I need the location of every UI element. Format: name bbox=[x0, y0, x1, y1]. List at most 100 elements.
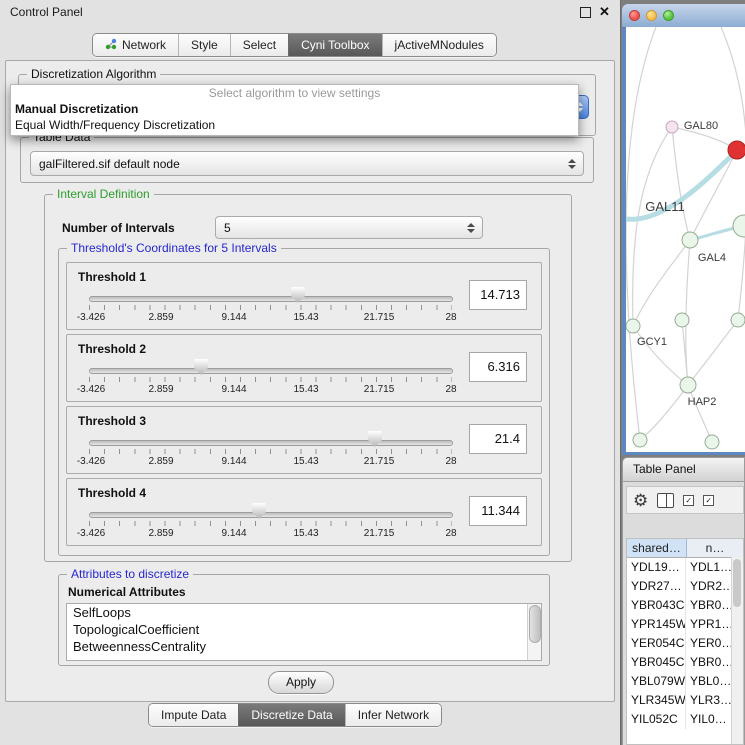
dropdown-option-manual-discretization[interactable]: Manual Discretization bbox=[11, 101, 578, 117]
stepper-arrows-icon bbox=[467, 223, 475, 233]
slider-ticks bbox=[89, 449, 452, 454]
apply-button[interactable]: Apply bbox=[268, 671, 334, 694]
scale-label: 9.144 bbox=[221, 456, 246, 467]
tab-impute-data[interactable]: Impute Data bbox=[149, 704, 238, 726]
scale-label: 2.859 bbox=[148, 312, 173, 323]
stepper-arrows-icon bbox=[568, 159, 576, 169]
node[interactable] bbox=[705, 435, 719, 449]
cell[interactable]: YBR045C bbox=[627, 653, 686, 672]
threshold-1-panel: Threshold 1 -3.426 2.859 9.144 15.43 21.… bbox=[66, 262, 542, 330]
number-of-intervals-label: Number of Intervals bbox=[62, 221, 175, 235]
list-item[interactable]: SelfLoops bbox=[67, 604, 541, 621]
close-icon[interactable]: ✕ bbox=[599, 4, 610, 20]
select-all-icon[interactable]: ✓ bbox=[683, 495, 694, 506]
group-title: Interval Definition bbox=[53, 187, 154, 201]
column-header-name[interactable]: n… bbox=[687, 539, 743, 557]
scale-label: 15.43 bbox=[293, 384, 318, 395]
table-row[interactable]: YBR045C YBR0… bbox=[627, 653, 743, 672]
cell[interactable]: YIL052C bbox=[627, 710, 686, 729]
threshold-4-value-field[interactable]: 11.344 bbox=[469, 496, 527, 526]
node[interactable] bbox=[731, 313, 745, 327]
table-data-combo[interactable]: galFiltered.sif default node bbox=[30, 151, 584, 176]
table-row[interactable]: YDL19… YDL1… bbox=[627, 558, 743, 577]
node[interactable] bbox=[626, 319, 640, 333]
cell[interactable]: YDL19… bbox=[627, 558, 686, 577]
scale-label: 9.144 bbox=[221, 312, 246, 323]
node[interactable] bbox=[666, 121, 678, 133]
slider-ticks bbox=[89, 305, 452, 310]
cell[interactable]: YBR043C bbox=[627, 596, 686, 615]
threshold-3-slider-track[interactable] bbox=[89, 440, 453, 446]
table-scrollbar[interactable] bbox=[731, 557, 743, 744]
list-item[interactable]: TopologicalCoefficient bbox=[67, 621, 541, 638]
minimize-window-icon[interactable] bbox=[646, 10, 657, 21]
slider-ticks bbox=[89, 521, 452, 526]
float-window-icon[interactable] bbox=[580, 7, 591, 18]
tab-style[interactable]: Style bbox=[178, 34, 230, 56]
threshold-1-value-field[interactable]: 14.713 bbox=[469, 280, 527, 310]
threshold-1-slider-track[interactable] bbox=[89, 296, 453, 302]
list-scrollbar[interactable] bbox=[527, 604, 541, 660]
tab-infer-network[interactable]: Infer Network bbox=[345, 704, 441, 726]
network-canvas[interactable]: GAL80 GAL11 GAL4 GCY1 HAP2 bbox=[626, 27, 745, 452]
table-row[interactable]: YDR27… YDR2… bbox=[627, 577, 743, 596]
node[interactable] bbox=[682, 232, 698, 248]
table-row[interactable]: YER054C YER0… bbox=[627, 634, 743, 653]
select-none-icon[interactable]: ✓ bbox=[703, 495, 714, 506]
network-window-titlebar[interactable] bbox=[622, 4, 745, 28]
node[interactable] bbox=[675, 313, 689, 327]
tab-select[interactable]: Select bbox=[230, 34, 288, 56]
cell[interactable]: YDR27… bbox=[627, 577, 686, 596]
scrollbar-thumb[interactable] bbox=[529, 605, 541, 643]
threshold-2-value-field[interactable]: 6.316 bbox=[469, 352, 527, 382]
table-row[interactable]: YLR345W YLR3… bbox=[627, 691, 743, 710]
node[interactable] bbox=[633, 433, 647, 447]
zoom-window-icon[interactable] bbox=[663, 10, 674, 21]
node[interactable] bbox=[733, 215, 745, 237]
cell[interactable]: YLR345W bbox=[627, 691, 686, 710]
tab-network[interactable]: Network bbox=[93, 34, 178, 56]
gear-icon[interactable]: ⚙ bbox=[633, 492, 648, 509]
tab-cyni-toolbox[interactable]: Cyni Toolbox bbox=[288, 34, 381, 56]
scale-label: 28 bbox=[445, 384, 456, 395]
cell[interactable]: YPR145W bbox=[627, 615, 686, 634]
cell[interactable]: YBL079W bbox=[627, 672, 686, 691]
scale-label: -3.426 bbox=[77, 384, 105, 395]
dropdown-placeholder: Select algorithm to view settings bbox=[11, 85, 578, 101]
dropdown-option-equal-width-frequency[interactable]: Equal Width/Frequency Discretization bbox=[11, 117, 578, 133]
list-item[interactable]: BetweennessCentrality bbox=[67, 638, 541, 655]
table-toolbar: ⚙ ✓ ✓ bbox=[626, 486, 744, 514]
table-row[interactable]: YPR145W YPR1… bbox=[627, 615, 743, 634]
scrollbar-thumb[interactable] bbox=[733, 559, 741, 607]
columns-icon[interactable] bbox=[657, 493, 674, 508]
window-title: Control Panel bbox=[10, 5, 83, 19]
table-row[interactable]: YBL079W YBL0… bbox=[627, 672, 743, 691]
cell[interactable]: YER054C bbox=[627, 634, 686, 653]
table-row[interactable]: YBR043C YBR0… bbox=[627, 596, 743, 615]
node-label: GCY1 bbox=[637, 336, 667, 348]
threshold-label: Threshold 4 bbox=[78, 486, 146, 500]
threshold-2-slider-track[interactable] bbox=[89, 368, 453, 374]
selected-node[interactable] bbox=[728, 141, 745, 159]
number-of-intervals-combo[interactable]: 5 bbox=[215, 216, 483, 239]
network-tab-icon bbox=[105, 38, 117, 53]
node[interactable] bbox=[680, 377, 696, 393]
threshold-label: Threshold 1 bbox=[78, 270, 146, 284]
tab-discretize-data[interactable]: Discretize Data bbox=[238, 704, 344, 726]
close-window-icon[interactable] bbox=[629, 10, 640, 21]
algorithm-dropdown-popup: Select algorithm to view settings Manual… bbox=[10, 84, 579, 136]
scale-label: 21.715 bbox=[364, 456, 395, 467]
tab-label: Style bbox=[191, 38, 218, 52]
table-panel-window: Table Panel ⚙ ✓ ✓ shared… n… YDL19… YDL1… bbox=[622, 457, 745, 745]
node-label: HAP2 bbox=[688, 396, 717, 408]
threshold-4-panel: Threshold 4 -3.426 2.859 9.144 15.43 21.… bbox=[66, 478, 542, 546]
group-title: Attributes to discretize bbox=[67, 567, 193, 581]
threshold-4-slider-track[interactable] bbox=[89, 512, 453, 518]
table-row[interactable]: YIL052C YIL0… bbox=[627, 710, 743, 729]
tab-jactivemnodules[interactable]: jActiveMNodules bbox=[382, 34, 496, 56]
scale-label: -3.426 bbox=[77, 528, 105, 539]
scale-label: 15.43 bbox=[293, 312, 318, 323]
node-label: GAL4 bbox=[698, 252, 726, 264]
threshold-3-value-field[interactable]: 21.4 bbox=[469, 424, 527, 454]
column-header-shared-name[interactable]: shared… bbox=[627, 539, 687, 557]
